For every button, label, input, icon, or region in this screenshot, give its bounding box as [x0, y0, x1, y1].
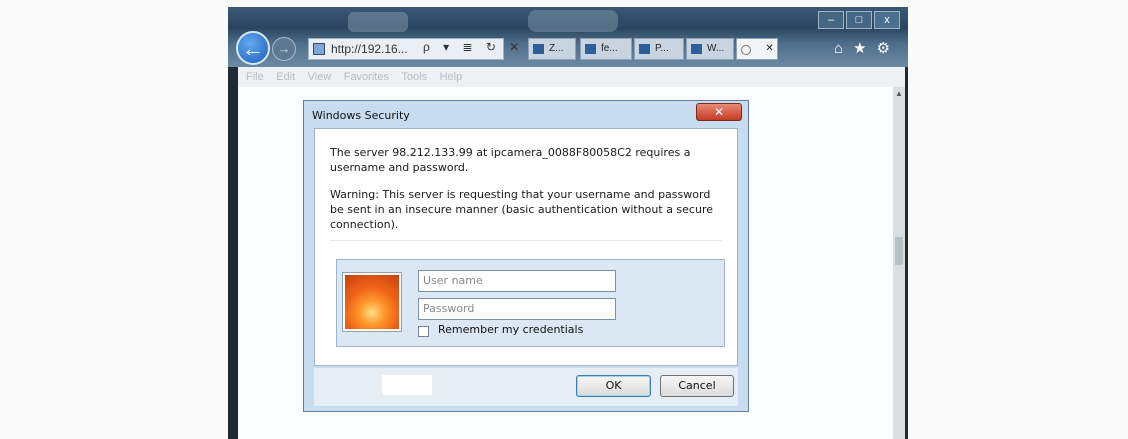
menu-file[interactable]: File	[246, 67, 264, 87]
browser-toolbar-icons: ⌂★⚙	[834, 39, 900, 57]
minimize-button[interactable]: –	[818, 11, 844, 29]
home-icon[interactable]: ⌂	[834, 40, 853, 57]
page-icon	[313, 43, 325, 55]
background-blur	[528, 10, 618, 32]
tab-favicon-icon	[585, 44, 596, 54]
background-blur	[348, 12, 408, 32]
password-placeholder: Password	[423, 302, 475, 315]
browser-tab[interactable]: Z...	[528, 38, 576, 60]
menu-help[interactable]: Help	[440, 67, 463, 87]
menu-view[interactable]: View	[308, 67, 332, 87]
tab-label: Z...	[549, 43, 564, 54]
scroll-up-arrow-icon[interactable]: ▲	[893, 89, 905, 99]
browser-tab[interactable]: P...	[634, 38, 684, 60]
dialog-title: Windows Security	[312, 109, 410, 122]
cancel-button[interactable]: Cancel	[660, 375, 734, 397]
browser-tab[interactable]: fe...	[580, 38, 632, 60]
browser-tab[interactable]: W...	[686, 38, 734, 60]
tab-label: ✕	[757, 43, 774, 54]
username-placeholder: User name	[423, 274, 483, 287]
gear-icon[interactable]: ⚙	[877, 40, 900, 57]
dialog-close-button[interactable]: ✕	[696, 103, 742, 121]
menu-tools[interactable]: Tools	[401, 67, 427, 87]
menu-favorites[interactable]: Favorites	[344, 67, 389, 87]
divider	[330, 240, 722, 241]
password-field[interactable]: Password	[418, 298, 616, 320]
arrow-right-icon: →	[277, 41, 291, 56]
ok-button[interactable]: OK	[576, 375, 651, 397]
credential-panel: User name Password Remember my credentia…	[336, 259, 725, 347]
tab-favicon-icon	[691, 44, 702, 54]
maximize-button[interactable]: □	[846, 11, 872, 29]
loading-icon	[741, 45, 751, 55]
user-avatar	[343, 273, 401, 331]
address-url: http://192.16...	[331, 42, 408, 56]
insecure-warning: Warning: This server is requesting that …	[330, 188, 713, 231]
blank-box	[382, 375, 432, 395]
tab-label: fe...	[601, 43, 618, 54]
browser-tab-active[interactable]: ✕	[736, 38, 778, 60]
tab-label: P...	[655, 43, 669, 54]
tab-favicon-icon	[639, 44, 650, 54]
scroll-thumb[interactable]	[895, 237, 903, 265]
address-bar-tools[interactable]: ρ ▾ ≣ ↻ ✕	[423, 40, 524, 54]
menu-bar: File Edit View Favorites Tools Help	[238, 67, 905, 87]
arrow-left-icon: ←	[242, 36, 264, 61]
dialog-body: The server 98.212.133.99 at ipcamera_008…	[314, 128, 738, 366]
remember-checkbox[interactable]	[418, 326, 429, 337]
forward-button[interactable]: →	[272, 37, 296, 61]
vertical-scrollbar[interactable]: ▲	[893, 87, 905, 439]
remember-label[interactable]: Remember my credentials	[438, 323, 583, 336]
star-icon[interactable]: ★	[853, 40, 876, 57]
close-icon: ✕	[713, 105, 725, 119]
close-window-button[interactable]: x	[874, 11, 900, 29]
tab-label: W...	[707, 43, 725, 54]
windows-security-dialog: Windows Security ✕ The server 98.212.133…	[303, 100, 749, 412]
dialog-footer: OK Cancel	[314, 368, 738, 406]
menu-edit[interactable]: Edit	[276, 67, 295, 87]
browser-titlebar: – □ x ← → http://192.16... ρ ▾ ≣ ↻ ✕ Z..…	[228, 7, 908, 67]
tab-favicon-icon	[533, 44, 544, 54]
back-button[interactable]: ←	[236, 31, 270, 65]
server-message: The server 98.212.133.99 at ipcamera_008…	[330, 146, 691, 174]
username-field[interactable]: User name	[418, 270, 616, 292]
